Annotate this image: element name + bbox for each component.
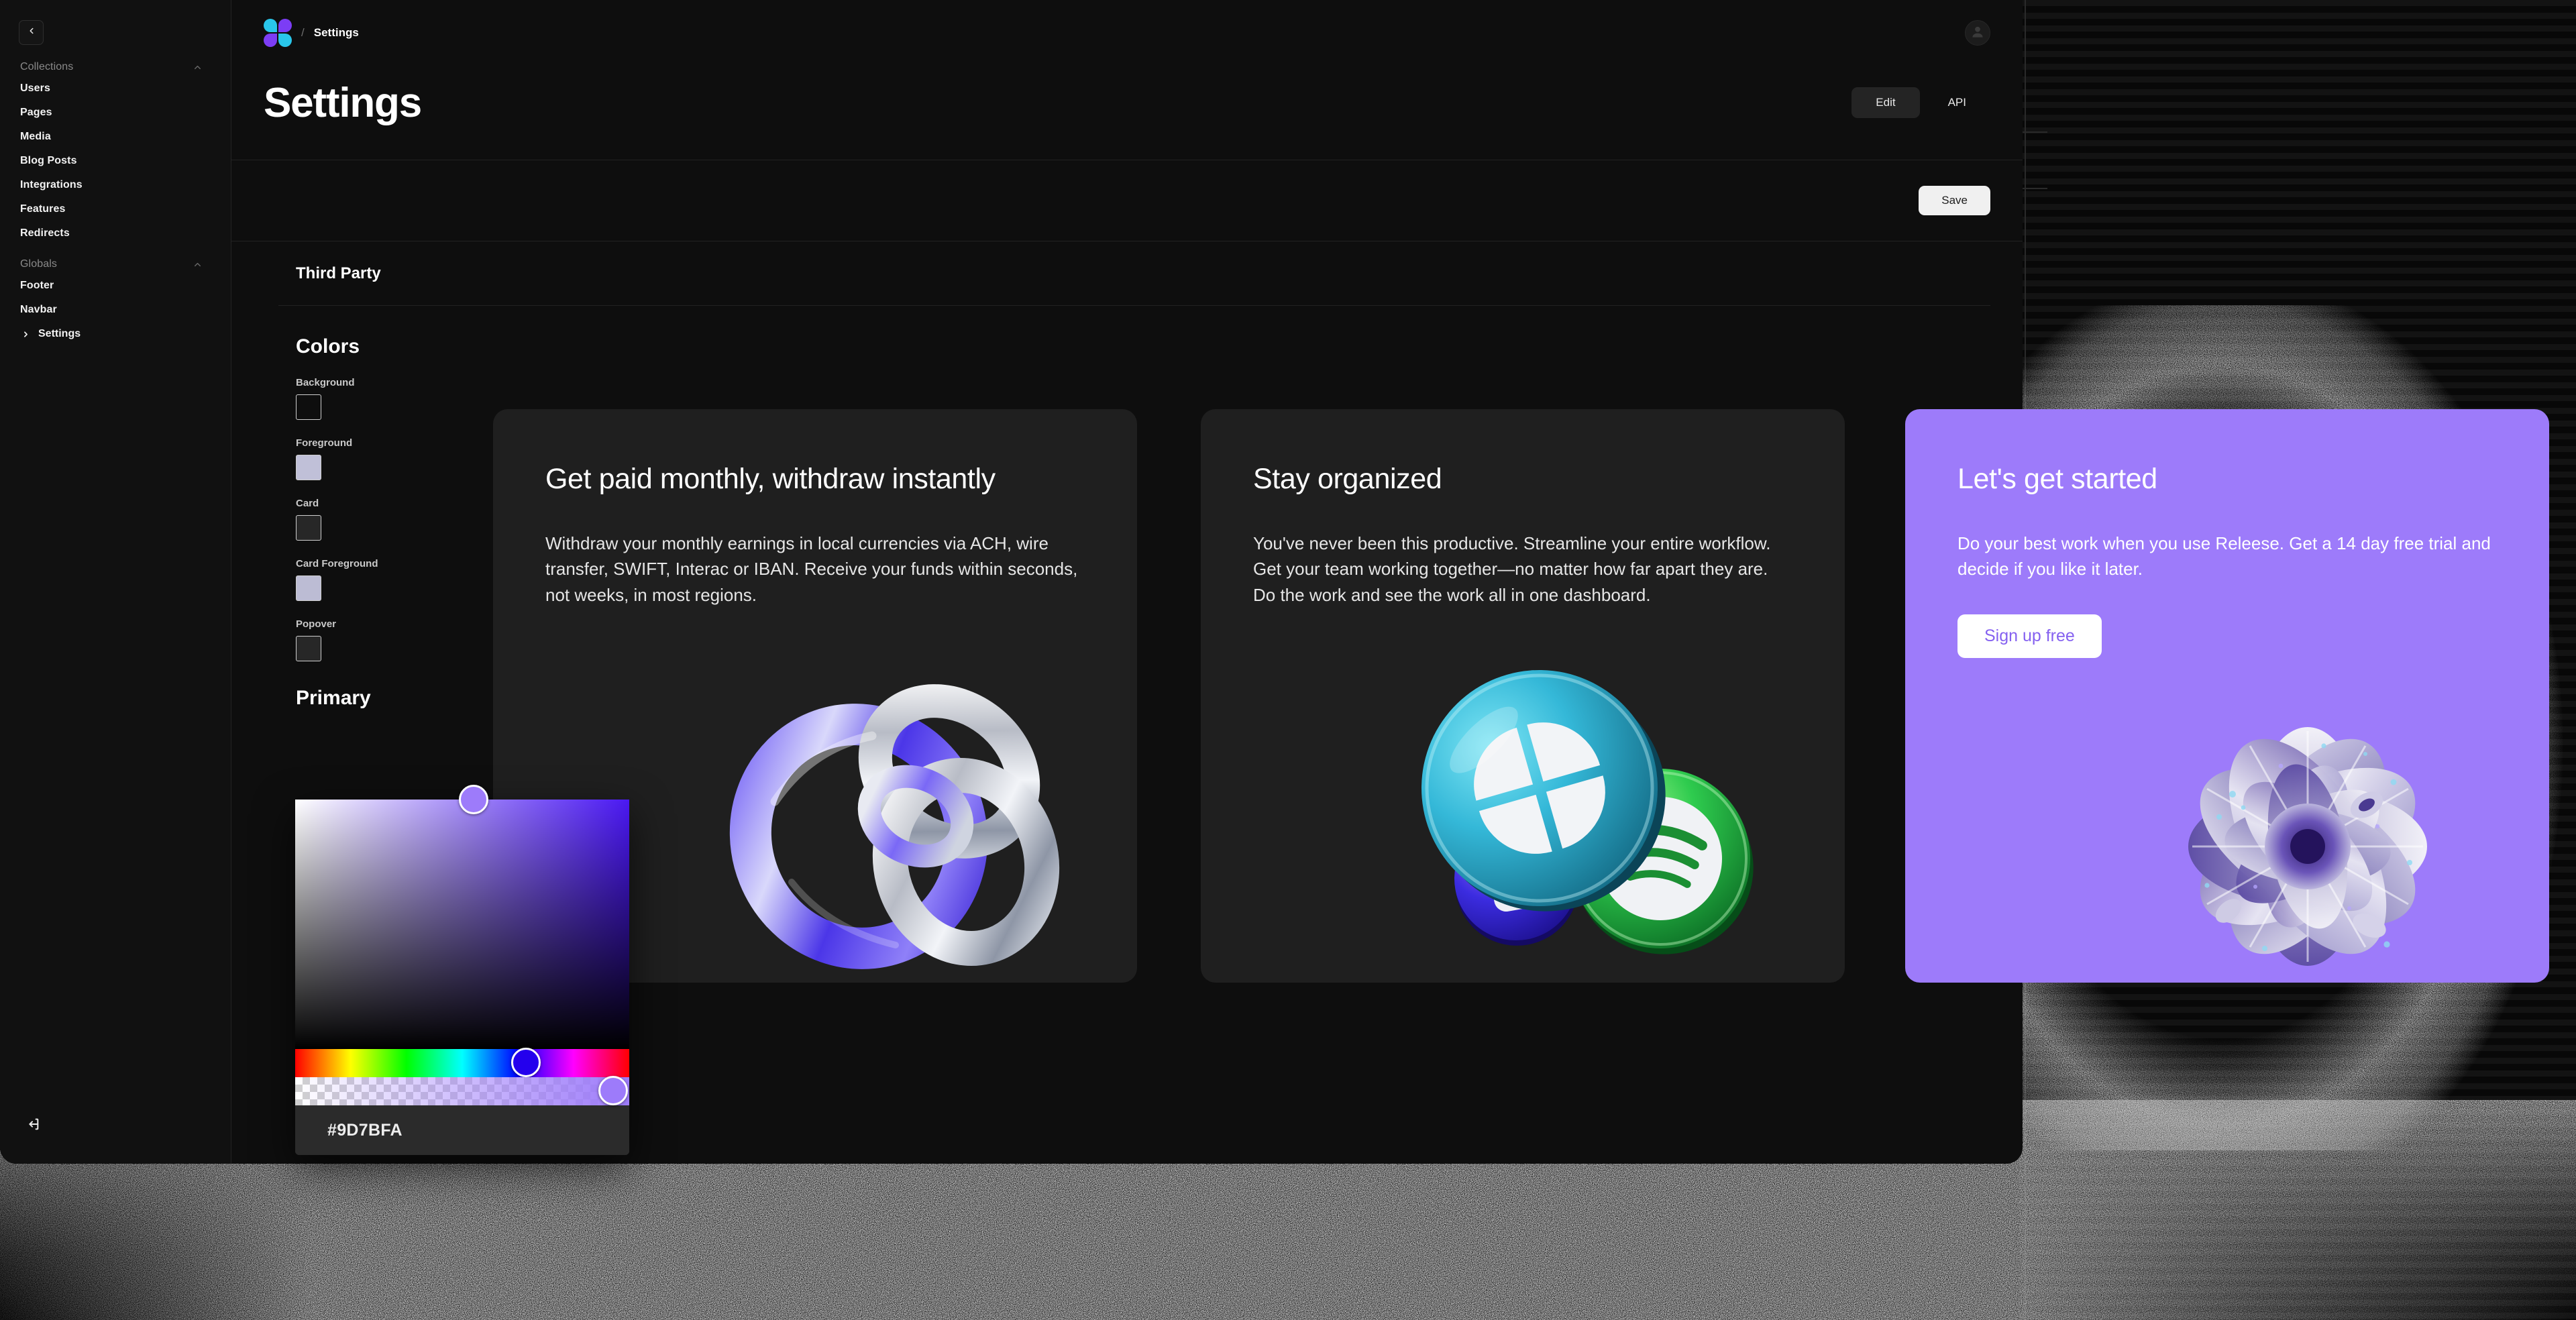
saturation-knob[interactable]: [459, 785, 488, 814]
sidebar-item-redirects[interactable]: Redirects: [0, 221, 231, 245]
promo-card-1-body: Withdraw your monthly earnings in local …: [545, 533, 1078, 605]
hue-knob[interactable]: [511, 1048, 541, 1077]
tab-edit[interactable]: Edit: [1851, 87, 1920, 118]
promo-card-1-content: Get paid monthly, withdraw instantly Wit…: [493, 409, 1137, 608]
promo-card-3-body: Do your best work when you use Releese. …: [1957, 533, 2491, 580]
sidebar-nav: Collections Users Pages Media Blog Posts…: [0, 0, 231, 346]
sidebar-item-settings[interactable]: Settings: [0, 322, 231, 346]
breadcrumb: / Settings: [231, 19, 359, 47]
promo-card-2-content: Stay organized You've never been this pr…: [1201, 409, 1845, 608]
sidebar-group-label-collections: Collections: [20, 61, 74, 72]
alpha-overlay: [295, 1077, 629, 1105]
alpha-slider[interactable]: [295, 1076, 629, 1105]
logout-button[interactable]: [21, 1114, 44, 1137]
page-header: Settings Edit API: [231, 66, 2023, 140]
breadcrumb-separator: /: [301, 26, 305, 39]
sidebar-item-features[interactable]: Features: [0, 197, 231, 221]
promo-card-3-title: Let's get started: [1957, 463, 2157, 495]
screen-root: Collections Users Pages Media Blog Posts…: [0, 0, 2576, 1320]
chevron-up-icon: [193, 62, 203, 72]
releese-logo-icon[interactable]: [264, 19, 292, 47]
logout-icon: [25, 1117, 40, 1135]
promo-card-2-body: You've never been this productive. Strea…: [1253, 533, 1771, 605]
glassy-platform-coins-3d-graphic: [1421, 670, 1754, 954]
sidebar-group-label-globals: Globals: [20, 258, 57, 270]
sidebar-item-integrations[interactable]: Integrations: [0, 173, 231, 197]
action-bar: Save: [231, 160, 2023, 241]
alpha-knob[interactable]: [598, 1076, 628, 1105]
sidebar-item-media[interactable]: Media: [0, 125, 231, 149]
chrome-flower-3d-graphic: [2188, 727, 2427, 966]
tab-api[interactable]: API: [1924, 87, 1990, 118]
backdrop-rule-horizontal-2: [2021, 188, 2047, 189]
promo-card-organization: Stay organized You've never been this pr…: [1201, 409, 1845, 983]
view-tabs: Edit API: [1851, 87, 1990, 118]
saturation-value-area[interactable]: [295, 785, 629, 1049]
alpha-gradient-bar: [295, 1077, 629, 1105]
sidebar-group-collections[interactable]: Collections: [0, 58, 231, 76]
color-picker-popover[interactable]: #9D7BFA: [295, 785, 629, 1155]
promo-card-3-content: Let's get started Do your best work when…: [1905, 409, 2549, 658]
color-swatch-background[interactable]: [296, 394, 321, 420]
sidebar-item-users[interactable]: Users: [0, 76, 231, 101]
avatar[interactable]: [1965, 20, 1990, 46]
promo-card-1-title: Get paid monthly, withdraw instantly: [545, 463, 996, 495]
save-button[interactable]: Save: [1919, 186, 1990, 215]
promo-card-get-started: Let's get started Do your best work when…: [1905, 409, 2549, 983]
sidebar-item-navbar[interactable]: Navbar: [0, 298, 231, 322]
sign-up-free-button[interactable]: Sign up free: [1957, 614, 2102, 658]
page-title: Settings: [264, 79, 422, 126]
section-title-colors: Colors: [296, 335, 360, 358]
color-swatch-popover[interactable]: [296, 636, 321, 661]
sidebar-item-settings-label: Settings: [38, 328, 81, 339]
chevron-up-icon: [193, 260, 203, 270]
sidebar-item-footer[interactable]: Footer: [0, 274, 231, 298]
user-avatar-icon: [1969, 23, 1986, 44]
hue-gradient-bar: [295, 1049, 629, 1077]
breadcrumb-current: Settings: [313, 26, 359, 39]
backdrop-rule-horizontal-1: [2021, 131, 2047, 133]
section-title-third-party: Third Party: [296, 264, 381, 282]
color-swatch-card-foreground[interactable]: [296, 575, 321, 601]
blue-chrome-torus-knot-3d-graphic: [729, 684, 1060, 969]
color-label-background: Background: [296, 377, 355, 388]
sidebar-collapse-button[interactable]: [19, 20, 44, 45]
chevron-right-icon: [21, 330, 30, 339]
color-swatch-foreground[interactable]: [296, 455, 321, 480]
hex-value-input[interactable]: #9D7BFA: [295, 1105, 629, 1155]
color-swatch-card[interactable]: [296, 515, 321, 541]
topbar: / Settings: [231, 0, 2023, 66]
promo-card-2-title: Stay organized: [1253, 463, 1442, 495]
chevron-left-icon: [27, 26, 36, 39]
sidebar-group-globals[interactable]: Globals: [0, 255, 231, 274]
sidebar: Collections Users Pages Media Blog Posts…: [0, 0, 231, 1164]
hue-slider[interactable]: [295, 1048, 629, 1077]
sidebar-item-blog-posts[interactable]: Blog Posts: [0, 149, 231, 173]
sidebar-item-pages[interactable]: Pages: [0, 101, 231, 125]
